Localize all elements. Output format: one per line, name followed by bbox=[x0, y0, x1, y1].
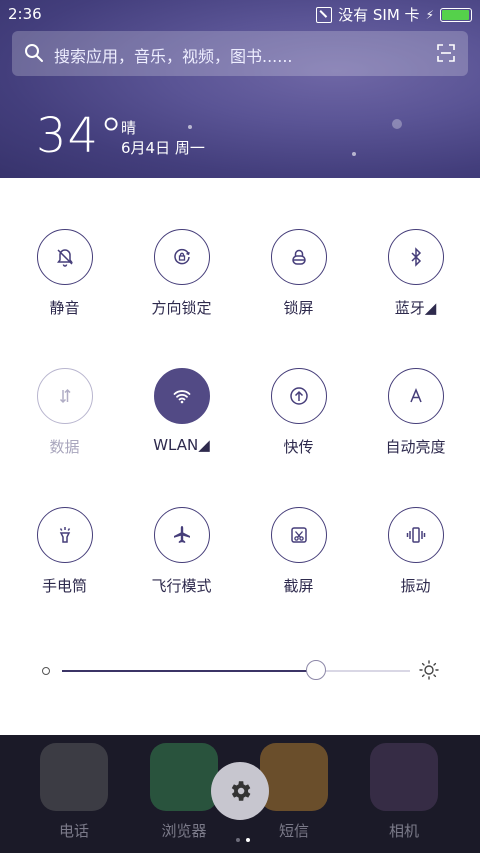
toggle-button[interactable] bbox=[36, 229, 93, 285]
gear-icon bbox=[231, 781, 251, 801]
mobile-data-icon bbox=[59, 388, 71, 404]
no-sim-icon bbox=[316, 6, 333, 23]
toggle-label: 蓝牙◢ bbox=[394, 299, 437, 317]
page-dot bbox=[246, 838, 250, 842]
brightness-slider[interactable] bbox=[62, 660, 410, 680]
toggle-button[interactable] bbox=[387, 229, 444, 285]
scan-icon[interactable] bbox=[437, 44, 455, 62]
toggle-button[interactable] bbox=[387, 507, 444, 563]
flashlight-icon bbox=[59, 527, 70, 543]
toggle-label: 数据 bbox=[49, 438, 80, 456]
toggle-quick-transfer[interactable]: 快传 bbox=[240, 368, 357, 457]
app-label: 短信 bbox=[278, 822, 309, 840]
app-label: 相机 bbox=[388, 822, 419, 840]
airplane-icon bbox=[173, 526, 190, 543]
toggle-auto-brightness[interactable]: 自动亮度 bbox=[357, 368, 474, 457]
status-time: 2:36 bbox=[8, 5, 42, 23]
app-icon bbox=[40, 743, 108, 811]
search-placeholder: 搜索应用，音乐，视频，图书...... bbox=[54, 47, 293, 66]
dock-app[interactable]: 相机 bbox=[368, 743, 440, 841]
bluetooth-icon bbox=[410, 247, 421, 267]
toggle-bluetooth[interactable]: 蓝牙◢ bbox=[357, 229, 474, 318]
sim-status: 没有 SIM 卡 bbox=[338, 6, 420, 24]
toggle-screenshot[interactable]: 截屏 bbox=[240, 507, 357, 596]
toggle-label: 快传 bbox=[283, 438, 314, 456]
auto-brightness-icon bbox=[409, 388, 422, 403]
search-bar[interactable]: 搜索应用，音乐，视频，图书...... bbox=[12, 31, 468, 76]
notification-header: 2:36 没有 SIM 卡 ⚡ 搜索应用，音乐，视频，图书...... 34° … bbox=[0, 0, 480, 178]
toggle-button[interactable] bbox=[387, 368, 444, 424]
bell-off-icon bbox=[56, 249, 73, 267]
date: 6月4日 周一 bbox=[121, 139, 205, 157]
toggle-airplane[interactable]: 飞行模式 bbox=[123, 507, 240, 596]
page-indicator bbox=[233, 827, 253, 846]
toggle-label: 静音 bbox=[49, 299, 80, 317]
star-decoration bbox=[392, 119, 402, 129]
brightness-fill bbox=[62, 670, 317, 672]
brightness-knob[interactable] bbox=[306, 660, 327, 680]
toggle-rotation-lock[interactable]: 方向锁定 bbox=[123, 229, 240, 318]
wifi-icon bbox=[173, 390, 190, 404]
rotation-lock-icon bbox=[173, 248, 190, 265]
toggle-label: WLAN◢ bbox=[153, 436, 210, 454]
toggle-lock[interactable]: 锁屏 bbox=[240, 229, 357, 318]
toggle-label: 手电筒 bbox=[41, 577, 87, 595]
battery-icon bbox=[440, 7, 472, 22]
charging-icon: ⚡ bbox=[425, 7, 434, 22]
toggle-label: 方向锁定 bbox=[151, 299, 212, 317]
toggle-button[interactable] bbox=[270, 507, 327, 563]
page-dot bbox=[236, 838, 240, 842]
toggle-label: 自动亮度 bbox=[385, 438, 446, 456]
toggle-wifi[interactable]: WLAN◢ bbox=[123, 368, 240, 454]
weather-condition: 晴 bbox=[121, 119, 137, 137]
star-decoration bbox=[188, 125, 192, 129]
toggle-vibrate[interactable]: 振动 bbox=[357, 507, 474, 596]
toggle-flashlight[interactable]: 手电筒 bbox=[6, 507, 123, 596]
quick-settings-panel: 静音 方向锁定 锁屏 蓝牙◢ 数据 WLAN◢ 快传 自动亮度手电筒 飞行模式 截屏 振动 bbox=[0, 178, 480, 735]
vibrate-icon bbox=[406, 527, 425, 543]
temperature: 34° bbox=[36, 108, 125, 164]
toggle-button[interactable] bbox=[36, 368, 93, 424]
star-decoration bbox=[352, 152, 356, 156]
dock-app[interactable]: 电话 bbox=[38, 743, 110, 841]
toggle-label: 振动 bbox=[400, 577, 431, 595]
toggle-button[interactable] bbox=[153, 229, 210, 285]
toggle-button[interactable] bbox=[153, 507, 210, 563]
toggle-bell-off[interactable]: 静音 bbox=[6, 229, 123, 318]
app-icon bbox=[370, 743, 438, 811]
settings-button[interactable] bbox=[211, 762, 269, 820]
toggle-button[interactable] bbox=[36, 507, 93, 563]
dock-app[interactable]: 浏览器 bbox=[148, 743, 220, 841]
app-icon bbox=[260, 743, 328, 811]
toggle-label: 飞行模式 bbox=[151, 577, 212, 595]
toggle-button[interactable] bbox=[153, 368, 210, 424]
brightness-low-icon bbox=[42, 667, 50, 675]
toggle-label: 锁屏 bbox=[283, 299, 314, 317]
app-label: 电话 bbox=[58, 822, 89, 840]
status-bar: 2:36 没有 SIM 卡 ⚡ bbox=[0, 0, 480, 28]
quick-transfer-icon bbox=[289, 387, 308, 405]
toggle-label: 截屏 bbox=[283, 577, 314, 595]
toggle-button[interactable] bbox=[270, 229, 327, 285]
brightness-high-icon bbox=[419, 660, 439, 680]
app-icon bbox=[150, 743, 218, 811]
toggle-button[interactable] bbox=[270, 368, 327, 424]
search-icon bbox=[25, 44, 43, 62]
toggle-mobile-data[interactable]: 数据 bbox=[6, 368, 123, 457]
lock-icon bbox=[291, 249, 306, 265]
app-label: 浏览器 bbox=[161, 822, 207, 840]
screenshot-icon bbox=[290, 527, 307, 543]
